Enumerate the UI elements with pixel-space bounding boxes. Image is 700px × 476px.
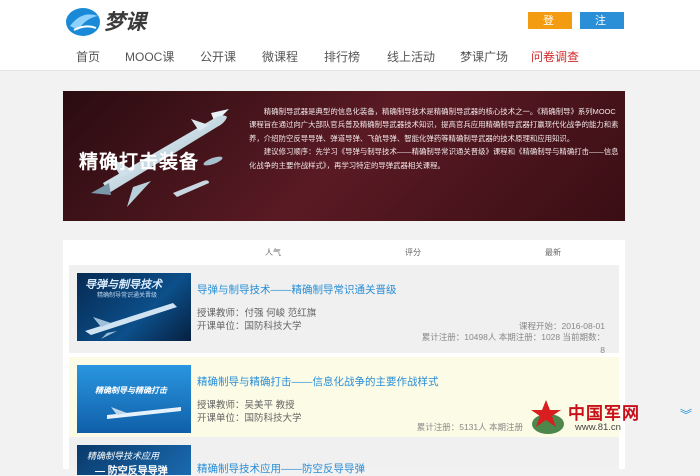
watermark-text: 中国军网: [568, 404, 640, 423]
nav-mooc[interactable]: MOOC课: [125, 48, 174, 65]
course-thumbnail[interactable]: 精确制导与精确打击: [77, 365, 191, 433]
watermark-url: www.81.cn: [575, 422, 621, 433]
nav-home[interactable]: 首页: [76, 48, 100, 65]
banner: 精确打击装备 精确制导武器是典型的信息化装备，精确制导技术是精确制导武器的核心技…: [63, 91, 625, 221]
course-title[interactable]: 精确制导与精确打击——信息化战争的主要作战样式: [197, 374, 439, 389]
course-teacher: 授课教师：吴美平 教授: [197, 400, 295, 411]
nav-square[interactable]: 梦课广场: [460, 48, 508, 65]
tab-latest[interactable]: 最新: [545, 247, 561, 258]
course-stats: 累计注册：10498人 本期注册：1028 当前期数：: [421, 332, 605, 342]
top-header: 梦课 登 录 注 册 首页 MOOC课 公开课 微课程 排行榜 线上活动 梦课广…: [0, 0, 700, 71]
china-military-star-icon: [531, 400, 564, 434]
nav-online-activity[interactable]: 线上活动: [387, 48, 435, 65]
banner-title: 精确打击装备: [79, 152, 200, 173]
course-period-number: 8: [600, 345, 605, 355]
login-button[interactable]: 登 录: [528, 12, 572, 44]
course-stats: 累计注册：5131人 本期注册: [416, 422, 523, 432]
tab-popularity[interactable]: 人气: [265, 247, 281, 258]
register-button[interactable]: 注 册: [580, 12, 624, 44]
nav-survey[interactable]: 问卷调查: [531, 48, 579, 65]
course-organization: 开课单位：国防科技大学: [197, 413, 302, 424]
course-card[interactable]: 导弹与制导技术 精确制导常识通关晋级 导弹与制导技术——精确制导常识通关晋级 授…: [69, 265, 619, 355]
nav-micro-course[interactable]: 微课程: [262, 48, 298, 65]
banner-paragraph-2: 建议修习顺序：先学习《导弹与制导技术——精确制导常识通关晋级》课程和《精确制导与…: [249, 147, 619, 170]
scroll-down-icon[interactable]: ︾: [680, 406, 692, 423]
logo-text: 梦课: [104, 9, 146, 34]
banner-description: 精确制导武器是典型的信息化装备，精确制导技术是精确制导武器的核心技术之一。《精确…: [249, 105, 621, 172]
nav-ranking[interactable]: 排行榜: [324, 48, 360, 65]
course-card[interactable]: 精确制导技术应用 — 防空反导导弹 精确制导技术应用——防空反导导弹: [69, 437, 619, 475]
missile-thumbnail-icon: [85, 303, 177, 339]
tab-rating[interactable]: 评分: [405, 247, 421, 258]
nav-open-course[interactable]: 公开课: [200, 48, 236, 65]
course-teacher: 授课教师：付强 何峻 范红旗: [197, 308, 317, 319]
banner-paragraph-1: 精确制导武器是典型的信息化装备，精确制导技术是精确制导武器的核心技术之一。《精确…: [249, 107, 619, 143]
thumbnail-title: 精确制导技术应用: [87, 451, 160, 461]
course-thumbnail[interactable]: 精确制导技术应用 — 防空反导导弹: [77, 445, 191, 475]
course-thumbnail[interactable]: 导弹与制导技术 精确制导常识通关晋级: [77, 273, 191, 341]
missile-thumbnail-icon: [107, 407, 181, 419]
course-title[interactable]: 导弹与制导技术——精确制导常识通关晋级: [197, 282, 397, 297]
course-organization: 开课单位：国防科技大学: [197, 321, 302, 332]
